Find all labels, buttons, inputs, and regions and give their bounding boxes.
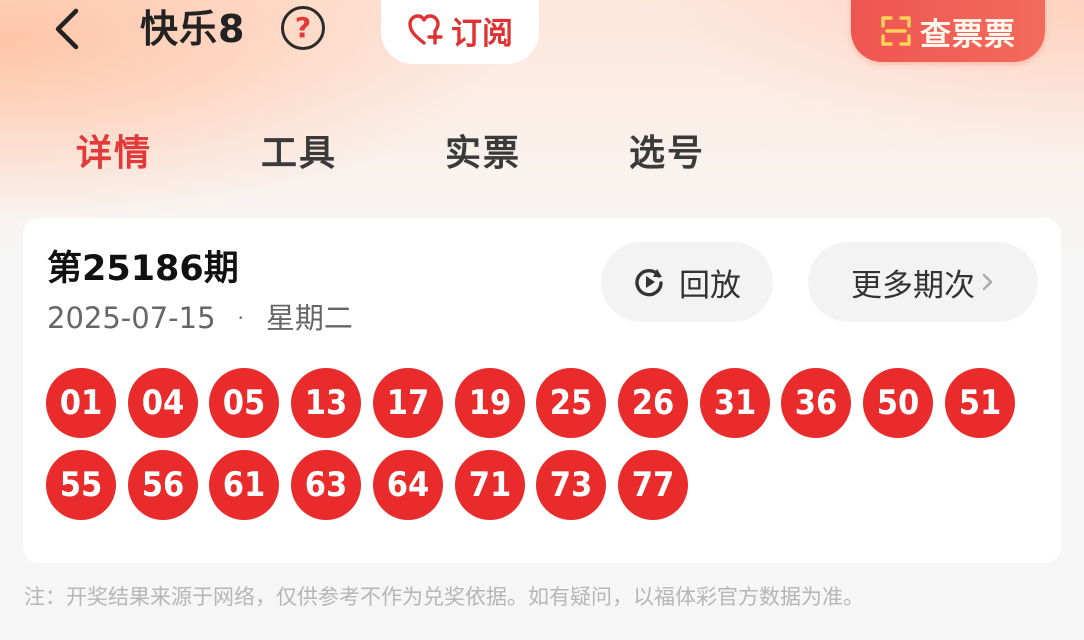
number-ball: 01 [46, 368, 116, 438]
check-ticket-label: 查票票 [920, 16, 1016, 53]
draw-result-card: 第25186期 2025-07-15 · 星期二 回放 更多期次 01 04 05 1… [23, 218, 1061, 563]
tab-number-picker[interactable]: 选号 [629, 128, 705, 180]
number-ball: 25 [536, 368, 606, 438]
number-ball: 77 [618, 450, 688, 520]
issue-number: 第25186期 [47, 249, 239, 289]
back-button[interactable] [44, 6, 90, 52]
number-ball: 50 [863, 368, 933, 438]
number-ball: 26 [618, 368, 688, 438]
number-ball: 55 [46, 450, 116, 520]
number-ball: 56 [128, 450, 198, 520]
chevron-left-icon [55, 8, 79, 50]
draw-date: 2025-07-15 [47, 301, 216, 335]
number-ball: 63 [291, 450, 361, 520]
top-bar: 快乐8 ? 订阅 查票票 [0, 0, 1084, 64]
number-ball: 73 [536, 450, 606, 520]
number-ball: 51 [945, 368, 1015, 438]
tab-details[interactable]: 详情 [76, 128, 152, 180]
draw-date-line: 2025-07-15 · 星期二 [47, 298, 353, 338]
chevron-right-icon [982, 273, 993, 291]
help-button[interactable]: ? [281, 6, 325, 50]
scan-icon [881, 16, 911, 46]
more-issues-label: 更多期次 [851, 267, 975, 304]
number-ball: 13 [291, 368, 361, 438]
number-ball: 64 [373, 450, 443, 520]
replay-label: 回放 [679, 267, 741, 304]
disclaimer-note: 注：开奖结果来源于网络，仅供参考不作为兑奖依据。如有疑问，以福体彩官方数据为准。 [24, 585, 864, 609]
tab-tools[interactable]: 工具 [261, 128, 337, 180]
number-ball: 71 [455, 450, 525, 520]
draw-weekday: 星期二 [265, 301, 353, 335]
replay-icon [635, 268, 663, 297]
tab-real-tickets[interactable]: 实票 [445, 128, 521, 180]
question-circle-icon: ? [294, 11, 312, 44]
number-ball: 36 [781, 368, 851, 438]
more-issues-button[interactable]: 更多期次 [808, 242, 1038, 322]
number-ball: 04 [128, 368, 198, 438]
heart-plus-icon [408, 14, 443, 45]
number-ball: 31 [700, 368, 770, 438]
replay-button[interactable]: 回放 [601, 242, 773, 322]
tab-bar: 详情 工具 实票 选号 [0, 128, 1084, 188]
number-ball: 61 [209, 450, 279, 520]
check-ticket-button[interactable]: 查票票 [851, 0, 1045, 62]
subscribe-button[interactable]: 订阅 [381, 0, 539, 64]
number-ball: 17 [373, 368, 443, 438]
number-ball: 05 [209, 368, 279, 438]
number-ball: 19 [455, 368, 525, 438]
page-title: 快乐8 [140, 7, 246, 51]
date-separator: · [237, 306, 244, 330]
subscribe-label: 订阅 [451, 15, 513, 52]
